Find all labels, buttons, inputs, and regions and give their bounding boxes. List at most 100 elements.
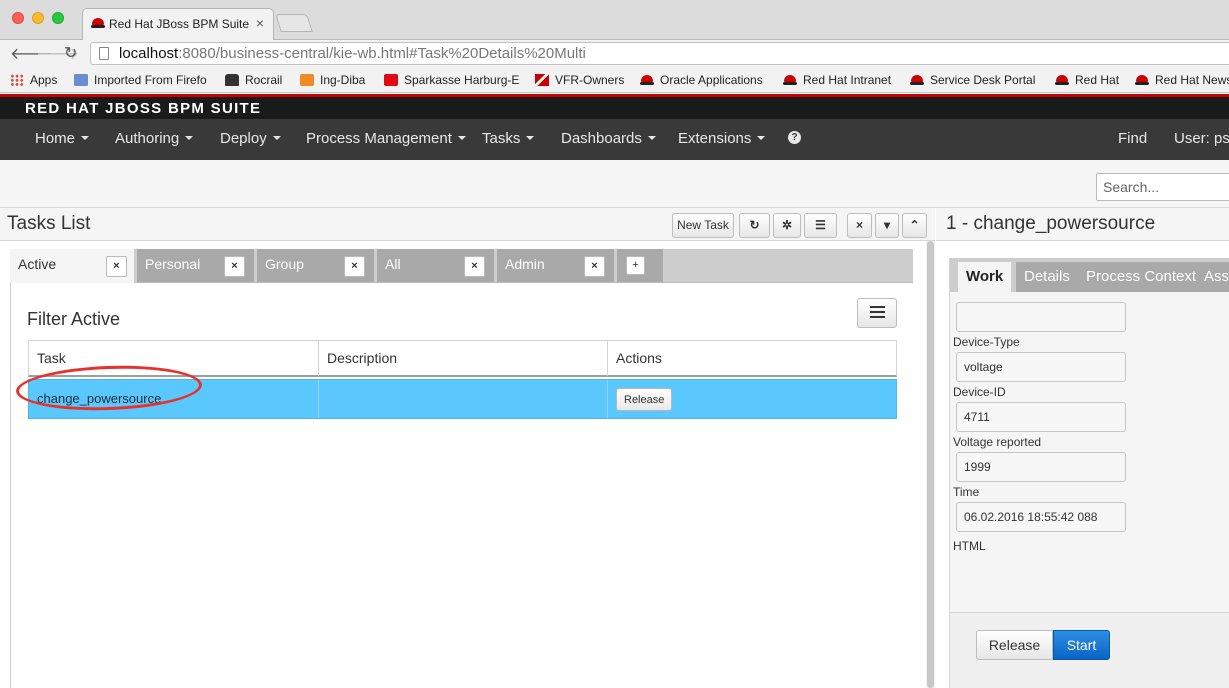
- details-tabs: Work Details Process Context Assi: [950, 258, 1229, 292]
- redhat-icon: [783, 74, 797, 86]
- reload-icon[interactable]: ↻: [64, 43, 77, 63]
- table-header: Task Description Actions: [28, 340, 897, 377]
- sparkasse-icon: [384, 74, 398, 86]
- window-zoom-button[interactable]: [52, 12, 64, 24]
- redhat-icon: [640, 74, 654, 86]
- nav-find[interactable]: Find: [1118, 130, 1147, 147]
- nav-tasks[interactable]: Tasks: [482, 130, 535, 147]
- browser-tab-title: Red Hat JBoss BPM Suite: [109, 17, 249, 31]
- address-bar-row: 🡐 🡒 ↻ localhost:8080/business-central/ki…: [0, 40, 1229, 67]
- settings-gear-button[interactable]: ✲: [773, 213, 801, 238]
- nav-extensions[interactable]: Extensions: [678, 130, 766, 147]
- bookmark-rocrail[interactable]: Rocrail: [225, 73, 282, 87]
- tab-label: Personal: [145, 256, 201, 272]
- vertical-scrollbar[interactable]: [926, 241, 935, 688]
- filter-content: Filter Active Task Description Actions c…: [10, 283, 913, 688]
- cell-task[interactable]: change_powersource: [15, 362, 319, 418]
- new-browser-tab-button[interactable]: [275, 14, 313, 32]
- nav-home[interactable]: Home: [35, 130, 90, 147]
- tab-active[interactable]: Active ×: [10, 249, 137, 283]
- bookmark-red-hat-news[interactable]: Red Hat News: [1135, 73, 1229, 87]
- panel-close-button[interactable]: ×: [847, 213, 872, 238]
- browser-tab-active[interactable]: Red Hat JBoss BPM Suite ×: [82, 8, 274, 41]
- tasks-list-header: Tasks List New Task ↻ ✲ ☰ × ▾ ⌃: [0, 208, 935, 241]
- redhat-favicon-icon: [91, 17, 106, 31]
- scrollbar-thumb[interactable]: [927, 241, 934, 688]
- caret-down-icon: [81, 136, 90, 140]
- redhat-icon: [1135, 74, 1149, 86]
- search-input[interactable]: [1096, 173, 1229, 201]
- tab-close-icon[interactable]: ×: [464, 256, 485, 277]
- voltage-reported-field[interactable]: [956, 452, 1126, 482]
- brand-bar: RED HAT JBOSS BPM SUITE: [0, 94, 1229, 119]
- nav-user-menu[interactable]: User: pst: [1174, 130, 1229, 147]
- tab-label: Admin: [505, 256, 545, 272]
- lion-icon: [300, 74, 314, 86]
- column-picker-button[interactable]: [857, 298, 897, 328]
- tab-personal[interactable]: Personal ×: [137, 249, 257, 282]
- task-details-header: 1 - change_powersource: [936, 208, 1229, 241]
- help-icon[interactable]: ?: [788, 131, 801, 144]
- search-toolbar: [0, 160, 1229, 208]
- url-text: localhost:8080/business-central/kie-wb.h…: [119, 45, 586, 62]
- table-row[interactable]: change_powersource Release: [15, 362, 898, 419]
- tab-assignments[interactable]: Assi: [1196, 262, 1229, 292]
- window-close-button[interactable]: [12, 12, 24, 24]
- tab-group[interactable]: Group ×: [257, 249, 377, 282]
- list-view-button[interactable]: ☰: [804, 213, 837, 238]
- column-header-task[interactable]: Task: [29, 341, 319, 376]
- cell-actions: Release: [608, 380, 898, 418]
- folder-icon: [74, 74, 88, 86]
- nav-deploy[interactable]: Deploy: [220, 130, 281, 147]
- row-release-button[interactable]: Release: [616, 388, 673, 411]
- tab-close-icon[interactable]: ×: [344, 256, 365, 277]
- task-details-body: Work Details Process Context Assi Device…: [949, 258, 1229, 688]
- bookmark-red-hat[interactable]: Red Hat: [1055, 73, 1119, 87]
- nav-process-management[interactable]: Process Management: [306, 130, 466, 147]
- refresh-button[interactable]: ↻: [739, 213, 770, 238]
- browser-tab-strip: Red Hat JBoss BPM Suite ×: [0, 0, 1229, 41]
- tab-process-context[interactable]: Process Context: [1078, 262, 1205, 292]
- nav-dashboards[interactable]: Dashboards: [561, 130, 656, 147]
- tab-close-icon[interactable]: ×: [584, 256, 605, 277]
- tab-work[interactable]: Work: [958, 262, 1012, 292]
- device-type-field[interactable]: [956, 352, 1126, 382]
- tab-all[interactable]: All ×: [377, 249, 497, 282]
- nav-authoring[interactable]: Authoring: [115, 130, 194, 147]
- browser-tab-close-icon[interactable]: ×: [256, 15, 264, 31]
- tab-admin[interactable]: Admin ×: [497, 249, 617, 282]
- label-device-id: Device-ID: [953, 385, 1006, 399]
- tab-details[interactable]: Details: [1016, 262, 1078, 292]
- bookmark-apps[interactable]: Apps: [10, 73, 57, 87]
- add-filter-tab-button[interactable]: +: [617, 249, 663, 282]
- tab-label: All: [385, 256, 401, 272]
- train-icon: [225, 74, 239, 86]
- start-button[interactable]: Start: [1053, 630, 1110, 660]
- bookmark-ing-diba[interactable]: Ing-Diba: [300, 73, 365, 87]
- column-header-description[interactable]: Description: [319, 341, 608, 376]
- tab-close-icon[interactable]: ×: [224, 256, 245, 277]
- bookmark-red-hat-intranet[interactable]: Red Hat Intranet: [783, 73, 891, 87]
- panel-collapse-button[interactable]: ⌃: [902, 213, 927, 238]
- plus-icon: +: [626, 256, 645, 275]
- bookmark-imported-from-firefox[interactable]: Imported From Firefo: [74, 73, 207, 87]
- bookmark-sparkasse[interactable]: Sparkasse Harburg-E: [384, 73, 519, 87]
- top-field[interactable]: [956, 302, 1126, 332]
- bookmark-vfr-owners[interactable]: VFR-Owners: [535, 73, 624, 87]
- time-field[interactable]: [956, 502, 1126, 532]
- tab-close-icon[interactable]: ×: [106, 256, 127, 277]
- tab-label: Group: [265, 256, 304, 272]
- list-icon: [870, 306, 885, 308]
- column-header-actions: Actions: [616, 350, 662, 366]
- window-minimize-button[interactable]: [32, 12, 44, 24]
- new-task-button[interactable]: New Task: [672, 213, 734, 238]
- device-id-field[interactable]: [956, 402, 1126, 432]
- url-input[interactable]: localhost:8080/business-central/kie-wb.h…: [90, 42, 1229, 65]
- filter-tabs: Active × Personal × Group × All × Admin …: [10, 249, 913, 283]
- bookmark-service-desk-portal[interactable]: Service Desk Portal: [910, 73, 1035, 87]
- bookmark-oracle-applications[interactable]: Oracle Applications: [640, 73, 763, 87]
- release-button[interactable]: Release: [976, 630, 1053, 660]
- label-html: HTML: [953, 539, 986, 553]
- panel-dropdown-button[interactable]: ▾: [875, 213, 899, 238]
- task-details-title: 1 - change_powersource: [946, 213, 1156, 234]
